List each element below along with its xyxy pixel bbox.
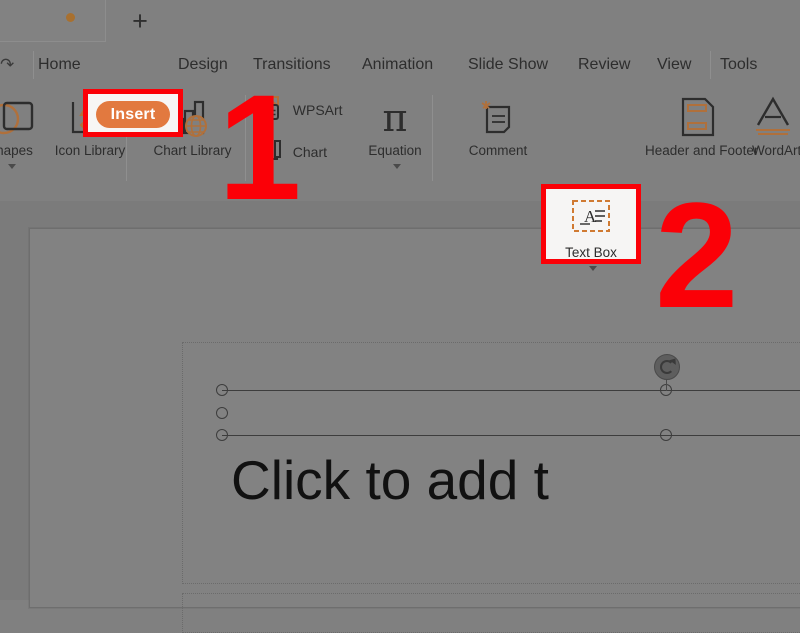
annotation-step-1: 1: [218, 63, 302, 231]
document-tab-strip: +: [0, 0, 800, 43]
command-wordart[interactable]: WordArt: [752, 93, 800, 159]
selection-frame: [216, 354, 800, 441]
title-placeholder[interactable]: Click to add t: [182, 342, 800, 584]
ribbon-tab-animation[interactable]: Animation: [362, 43, 433, 87]
command-comment-label: Comment: [468, 143, 528, 158]
unsaved-changes-dot-icon: [66, 13, 75, 22]
subtitle-placeholder[interactable]: [182, 593, 800, 633]
ribbon-tab-home[interactable]: Home: [38, 43, 81, 87]
resize-handle-middle-left[interactable]: [216, 407, 228, 419]
equation-pi-icon: π: [345, 93, 445, 141]
ribbon-tab-view[interactable]: View: [657, 43, 691, 87]
redo-icon[interactable]: ↷: [0, 43, 14, 87]
ribbon-tab-review[interactable]: Review: [578, 43, 630, 87]
ribbon-tab-tools[interactable]: Tools: [720, 43, 757, 87]
annotation-step-2: 2: [655, 171, 739, 339]
ribbon-tab-insert[interactable]: Insert: [96, 101, 170, 128]
header-footer-icon: [645, 93, 750, 141]
tab-divider-right: [710, 51, 711, 79]
command-wordart-label: WordArt: [752, 143, 800, 158]
title-placeholder-prompt: Click to add t: [231, 449, 549, 511]
command-comment[interactable]: Comment: [448, 93, 548, 159]
command-equation[interactable]: π Equation: [345, 93, 445, 175]
resize-handle-bottom-right[interactable]: [660, 429, 672, 441]
application-window: + ↷ Home Design Transitions Animation Sl…: [0, 0, 800, 633]
command-text-box[interactable]: A Text Box: [546, 195, 636, 277]
command-icon-library-label: Icon Library: [54, 143, 126, 158]
resize-handle-bottom-left[interactable]: [216, 429, 228, 441]
text-box-icon: A: [546, 195, 636, 243]
command-text-box-label: Text Box: [565, 245, 617, 260]
selection-edge-bottom: [222, 435, 800, 436]
document-tab[interactable]: [0, 0, 106, 42]
new-tab-button[interactable]: +: [124, 8, 156, 36]
svg-text:π: π: [383, 96, 408, 140]
command-header-and-footer-label: Header and Footer: [645, 143, 759, 158]
selection-edge-top: [222, 390, 800, 391]
comment-icon: [448, 93, 548, 141]
tab-divider-left: [33, 51, 34, 79]
rotation-handle[interactable]: [654, 354, 680, 380]
wordart-icon: [752, 93, 800, 141]
text-box-highlight-box: A Text Box: [541, 184, 641, 271]
command-equation-label: Equation: [368, 143, 422, 158]
command-header-and-footer[interactable]: Header and Footer: [645, 93, 759, 159]
chevron-down-icon[interactable]: [7, 164, 16, 169]
ribbon-tab-slide-show[interactable]: Slide Show: [468, 43, 548, 87]
insert-tab-highlight-box: Insert: [83, 89, 183, 137]
chevron-down-icon[interactable]: [588, 266, 597, 271]
resize-handle-top-left[interactable]: [216, 384, 228, 396]
chevron-down-icon[interactable]: [392, 164, 401, 169]
ribbon-tab-bar: ↷ Home Design Transitions Animation Slid…: [0, 43, 800, 87]
